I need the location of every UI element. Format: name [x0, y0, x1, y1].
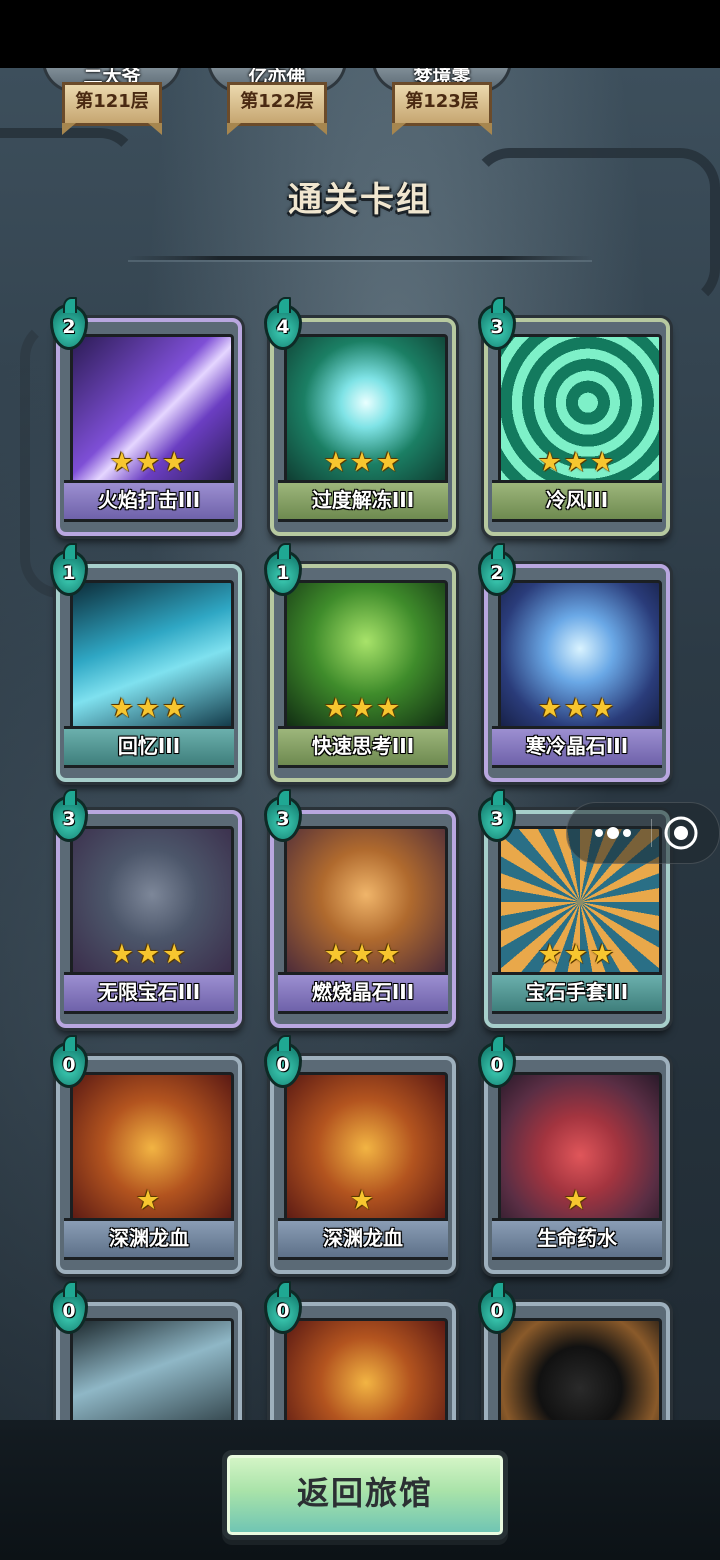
card-star-rating: ★★★ [109, 693, 189, 724]
deck-card[interactable]: ★★★ 过度解冻III 4 [264, 297, 456, 536]
floor-label: 第122层 [227, 82, 327, 135]
return-button-label: 返回旅馆 [296, 1474, 433, 1512]
card-star-rating: ★★★ [537, 939, 617, 970]
card-art [70, 1318, 234, 1433]
deck-card[interactable]: ★★★ 燃烧晶石III 3 [264, 789, 456, 1028]
card-name: 宝石手套III [492, 972, 662, 1014]
deck-card[interactable]: 0 [478, 1281, 670, 1433]
mini-program-capsule [566, 802, 720, 864]
card-name: 回忆III [64, 726, 234, 768]
card-name: 燃烧晶石III [278, 972, 448, 1014]
card-name: 无限宝石III [64, 972, 234, 1014]
floor-label: 第121层 [62, 82, 162, 135]
card-art [498, 1318, 662, 1433]
deck-card[interactable]: ★★★ 寒冷晶石III 2 [478, 543, 670, 782]
more-dots-icon[interactable] [583, 817, 643, 849]
floor-label: 第123层 [392, 82, 492, 135]
card-name: 生命药水 [492, 1218, 662, 1260]
card-star-rating: ★ [349, 1185, 377, 1216]
card-art [284, 1318, 448, 1433]
card-star-rating: ★★★ [109, 939, 189, 970]
section-title: 通关卡组 [288, 180, 432, 220]
card-name: 火焰打击III [64, 480, 234, 522]
card-name: 过度解冻III [278, 480, 448, 522]
card-star-rating: ★★★ [537, 447, 617, 478]
card-name: 深渊龙血 [278, 1218, 448, 1260]
card-star-rating: ★ [563, 1185, 591, 1216]
deck-card[interactable]: ★★★ 无限宝石III 3 [50, 789, 242, 1028]
deck-card[interactable]: ★★★ 回忆III 1 [50, 543, 242, 782]
floor-plaque: 亿亦佛 第122层 [203, 68, 351, 140]
deck-card[interactable]: ★ 生命药水 0 [478, 1035, 670, 1274]
card-name: 冷风III [492, 480, 662, 522]
deck-card[interactable]: ★★★ 冷风III 3 [478, 297, 670, 536]
deck-card[interactable]: ★★★ 快速思考III 1 [264, 543, 456, 782]
target-icon[interactable] [663, 815, 699, 851]
card-star-rating: ★★★ [109, 447, 189, 478]
deck-card[interactable]: ★ 深渊龙血 0 [264, 1035, 456, 1274]
return-to-inn-button[interactable]: 返回旅馆 [222, 1450, 508, 1540]
capsule-divider [651, 819, 652, 847]
card-star-rating: ★★★ [537, 693, 617, 724]
floor-plaque: 二大爷 第121层 [38, 68, 186, 140]
title-divider [128, 256, 592, 260]
deck-card[interactable]: 0 [264, 1281, 456, 1433]
card-star-rating: ★★★ [323, 939, 403, 970]
card-name: 深渊龙血 [64, 1218, 234, 1260]
deck-card[interactable]: 0 [50, 1281, 242, 1433]
floor-plaque: 梦境零 第123层 [368, 68, 516, 140]
card-star-rating: ★★★ [323, 447, 403, 478]
card-name: 寒冷晶石III [492, 726, 662, 768]
deck-card[interactable]: ★★★ 火焰打击III 2 [50, 297, 242, 536]
deck-card[interactable]: ★ 深渊龙血 0 [50, 1035, 242, 1274]
card-name: 快速思考III [278, 726, 448, 768]
card-star-rating: ★★★ [323, 693, 403, 724]
card-star-rating: ★ [135, 1185, 163, 1216]
